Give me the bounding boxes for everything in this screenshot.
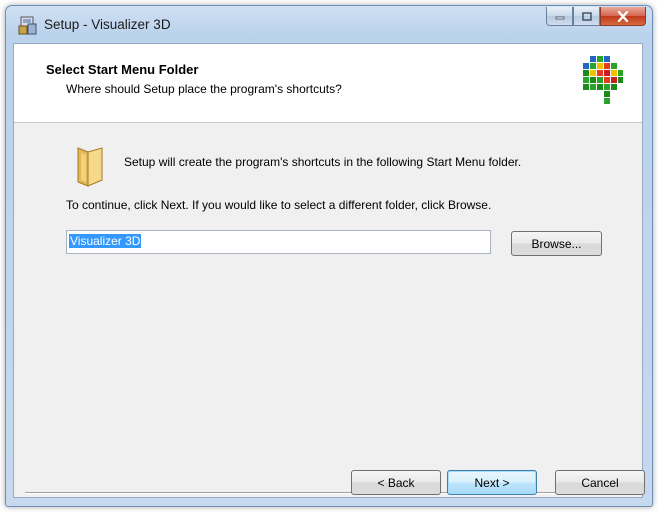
maximize-button[interactable] [573,7,600,26]
window-title: Setup - Visualizer 3D [44,17,171,32]
browse-button[interactable]: Browse... [511,231,602,256]
page-title: Select Start Menu Folder [46,62,199,77]
maximize-icon [581,11,592,21]
start-menu-folder-input[interactable]: Visualizer 3D [66,230,491,254]
minimize-icon [555,16,564,20]
instruction-text: To continue, click Next. If you would li… [66,198,492,212]
visualizer-logo-icon [583,56,623,104]
intro-text: Setup will create the program's shortcut… [124,155,522,169]
selected-folder-text: Visualizer 3D [69,234,142,248]
next-button[interactable]: Next > [447,470,537,495]
back-button[interactable]: < Back [351,470,441,495]
title-bar[interactable]: Setup - Visualizer 3D [6,6,652,42]
cancel-button[interactable]: Cancel [555,470,645,495]
folder-icon [77,147,103,187]
setup-window: Setup - Visualizer 3D Select Start Menu … [5,5,653,507]
wizard-header: Select Start Menu Folder Where should Se… [14,44,642,123]
footer-separator [25,492,643,494]
close-icon [617,10,629,22]
wizard-client-area: Select Start Menu Folder Where should Se… [13,43,645,498]
setup-icon [18,16,37,35]
minimize-button[interactable] [546,7,573,26]
close-button[interactable] [600,7,646,26]
page-subtitle: Where should Setup place the program's s… [66,82,342,96]
